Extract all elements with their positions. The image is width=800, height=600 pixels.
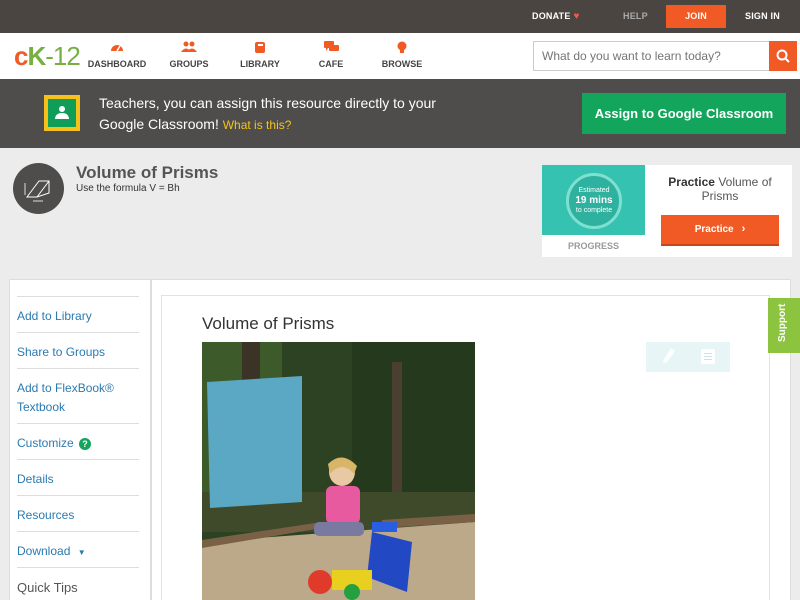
progress-widget[interactable]: Estimated 19 mins to complete PROGRESS [542, 165, 645, 257]
sidebar-item-add-to-flexbook[interactable]: Add to FlexBook® Textbook [17, 368, 139, 417]
lesson-subtitle: Use the formula V = Bh [76, 183, 180, 194]
progress-ring: Estimated 19 mins to complete [566, 173, 622, 229]
practice-card: Estimated 19 mins to complete PROGRESS P… [542, 165, 792, 257]
main-nav: cK-12 DASHBOARD GROUPS LIBRARY CAFE BROW… [0, 33, 800, 79]
nav-groups[interactable]: GROUPS [154, 41, 224, 69]
sidebar-item-resources[interactable]: Resources [17, 495, 139, 525]
sign-in-link[interactable]: SIGN IN [745, 0, 780, 33]
search-input[interactable] [533, 41, 770, 71]
sandbox-photo [202, 342, 475, 600]
dashboard-icon [82, 41, 152, 55]
groups-icon [154, 41, 224, 55]
sidebar-item-add-to-library[interactable]: Add to Library [17, 296, 139, 326]
cafe-icon [296, 41, 366, 55]
google-classroom-icon [44, 95, 80, 131]
join-button[interactable]: JOIN [666, 5, 726, 28]
sidebar-item-details[interactable]: Details [17, 459, 139, 489]
support-label: Support [777, 303, 788, 342]
nav-cafe[interactable]: CAFE [296, 41, 366, 69]
sidebar-item-share-to-groups[interactable]: Share to Groups [17, 332, 139, 362]
sidebar-item-customize[interactable]: Customize ? [17, 423, 139, 453]
practice-title: Practice Volume of Prisms [668, 175, 772, 203]
search-button[interactable] [769, 41, 797, 71]
nav-library[interactable]: LIBRARY [225, 41, 295, 69]
nav-dashboard-label: DASHBOARD [87, 59, 147, 69]
left-sidebar: Add to Library Share to Groups Add to Fl… [9, 279, 151, 600]
sidebar-item-quick-tips[interactable]: Quick Tips [17, 567, 139, 597]
nav-browse-label: BROWSE [381, 59, 423, 69]
prism-icon [13, 163, 64, 214]
caret-down-icon: ▼ [77, 548, 86, 557]
nav-groups-label: GROUPS [169, 59, 209, 69]
nav-cafe-label: CAFE [318, 59, 344, 69]
top-bar: DONATE ♥ HELP JOIN SIGN IN [0, 0, 800, 33]
nav-dashboard[interactable]: DASHBOARD [82, 41, 152, 69]
help-link[interactable]: HELP [623, 0, 648, 33]
content-title: Volume of Prisms [202, 314, 335, 333]
library-icon [225, 41, 295, 55]
google-classroom-banner: Teachers, you can assign this resource d… [0, 79, 800, 148]
what-is-this-link[interactable]: What is this? [223, 118, 292, 132]
progress-label: PROGRESS [567, 241, 619, 251]
sidebar-item-download[interactable]: Download ▼ [17, 531, 139, 562]
lesson-title: Volume of Prisms [76, 163, 219, 182]
note-icon[interactable] [701, 349, 715, 364]
browse-icon [367, 41, 437, 55]
annotation-toolbar [646, 342, 730, 372]
ck12-logo[interactable]: cK-12 [14, 41, 81, 72]
practice-button[interactable]: Practice › [661, 215, 779, 244]
help-icon[interactable]: ? [79, 438, 92, 450]
support-tab[interactable]: Support [768, 298, 800, 353]
assign-to-classroom-button[interactable]: Assign to Google Classroom [582, 93, 786, 134]
heart-icon: ♥ [573, 11, 580, 22]
search-icon [776, 49, 790, 63]
donate-link[interactable]: DONATE ♥ [532, 0, 580, 33]
nav-browse[interactable]: BROWSE [367, 41, 437, 69]
classroom-banner-text: Teachers, you can assign this resource d… [99, 95, 436, 132]
nav-library-label: LIBRARY [240, 59, 280, 69]
donate-label: DONATE [532, 11, 571, 21]
chevron-right-icon: › [741, 223, 746, 235]
pen-icon[interactable] [662, 347, 676, 365]
